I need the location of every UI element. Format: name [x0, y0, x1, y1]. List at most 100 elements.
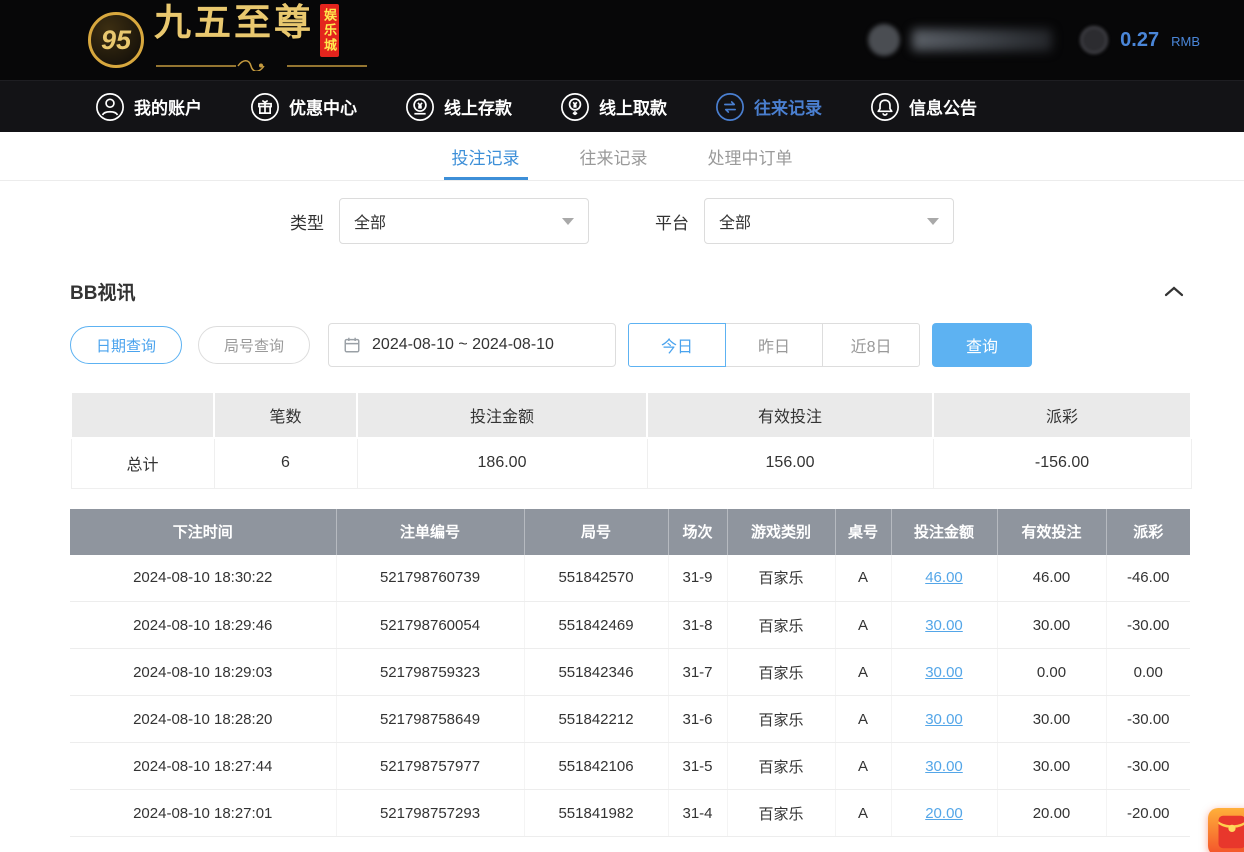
red-packet-widget[interactable] — [1208, 808, 1244, 852]
header-session: 场次 — [668, 509, 727, 555]
type-select[interactable]: 全部 — [339, 198, 589, 244]
cell-bet-amount: 20.00 — [891, 790, 997, 837]
cell-valid-bet: 30.00 — [997, 743, 1106, 790]
last8days-button[interactable]: 近8日 — [822, 323, 920, 367]
user-icon — [95, 92, 125, 122]
bet-amount-link[interactable]: 30.00 — [925, 617, 963, 634]
filter-row: 类型 全部 平台 全部 — [0, 181, 1244, 264]
cell-session: 31-9 — [668, 555, 727, 602]
cell-bet-id: 521798758649 — [336, 696, 524, 743]
logo-monogram-icon: 95 — [88, 12, 144, 68]
nav-item-announcements[interactable]: 信息公告 — [870, 92, 977, 122]
bet-amount-link[interactable]: 30.00 — [925, 758, 963, 775]
logo-monogram: 95 — [101, 25, 131, 56]
tab-processing-orders[interactable]: 处理中订单 — [700, 132, 801, 180]
summary-table: 笔数 投注金额 有效投注 派彩 总计 6 186.00 156.00 -156.… — [70, 391, 1192, 489]
cell-valid-bet: 46.00 — [997, 555, 1106, 602]
header-round: 局号 — [524, 509, 668, 555]
round-query-button[interactable]: 局号查询 — [198, 326, 310, 364]
header-bet-id: 注单编号 — [336, 509, 524, 555]
cell-bet-time: 2024-08-10 18:29:03 — [70, 649, 336, 696]
tab-transaction-records[interactable]: 往来记录 — [572, 132, 656, 180]
type-filter: 类型 全部 — [290, 198, 589, 244]
cell-session: 31-5 — [668, 743, 727, 790]
nav-item-label: 信息公告 — [909, 94, 977, 119]
summary-payout: -156.00 — [933, 438, 1191, 488]
date-range-input[interactable]: 2024-08-10 ~ 2024-08-10 — [328, 323, 616, 367]
cell-payout: -30.00 — [1106, 602, 1190, 649]
yesterday-button[interactable]: 昨日 — [725, 323, 823, 367]
cell-bet-amount: 30.00 — [891, 602, 997, 649]
chevron-down-icon — [562, 218, 574, 225]
table-row: 2024-08-10 18:29:03 521798759323 5518423… — [70, 649, 1190, 696]
summary-header-payout: 派彩 — [933, 392, 1191, 438]
wallet-coin-icon[interactable] — [1080, 26, 1108, 54]
chevron-up-icon[interactable] — [1164, 286, 1184, 297]
cell-bet-time: 2024-08-10 18:30:22 — [70, 555, 336, 602]
date-query-button[interactable]: 日期查询 — [70, 326, 182, 364]
nav-item-promotions[interactable]: 优惠中心 — [250, 92, 357, 122]
platform-select-value: 全部 — [719, 209, 751, 233]
tab-bet-records[interactable]: 投注记录 — [444, 132, 528, 180]
cell-round: 551842106 — [524, 743, 668, 790]
bet-amount-link[interactable]: 46.00 — [925, 569, 963, 586]
cell-bet-id: 521798759323 — [336, 649, 524, 696]
date-range-value: 2024-08-10 ~ 2024-08-10 — [372, 336, 554, 354]
query-controls: 日期查询 局号查询 2024-08-10 ~ 2024-08-10 今日 昨日 … — [0, 313, 1244, 385]
table-header-row: 下注时间 注单编号 局号 场次 游戏类别 桌号 投注金额 有效投注 派彩 — [70, 509, 1190, 555]
cell-payout: -30.00 — [1106, 696, 1190, 743]
bet-amount-link[interactable]: 20.00 — [925, 805, 963, 822]
balance-amount: 0.27 — [1120, 29, 1159, 52]
today-button[interactable]: 今日 — [628, 323, 726, 367]
cell-game: 百家乐 — [727, 649, 835, 696]
cell-bet-amount: 30.00 — [891, 696, 997, 743]
brand-logo[interactable]: 95 九五至尊 娱乐城 — [88, 4, 369, 76]
cell-table-no: A — [835, 649, 891, 696]
nav-item-deposit[interactable]: 线上存款 — [405, 92, 512, 122]
cell-round: 551842570 — [524, 555, 668, 602]
cell-table-no: A — [835, 602, 891, 649]
search-button[interactable]: 查询 — [932, 323, 1032, 367]
cell-valid-bet: 0.00 — [997, 649, 1106, 696]
summary-count: 6 — [214, 438, 357, 488]
summary-valid: 156.00 — [647, 438, 933, 488]
cell-bet-time: 2024-08-10 18:27:44 — [70, 743, 336, 790]
cell-bet-time: 2024-08-10 18:29:46 — [70, 602, 336, 649]
section-title: BB视讯 — [70, 278, 135, 305]
cell-bet-amount: 46.00 — [891, 555, 997, 602]
cell-round: 551842212 — [524, 696, 668, 743]
cell-bet-id: 521798760054 — [336, 602, 524, 649]
nav-item-withdraw[interactable]: 线上取款 — [560, 92, 667, 122]
cell-game: 百家乐 — [727, 743, 835, 790]
cell-bet-time: 2024-08-10 18:28:20 — [70, 696, 336, 743]
nav-item-my-account[interactable]: 我的账户 — [95, 92, 202, 122]
cell-session: 31-4 — [668, 790, 727, 837]
summary-header-bet: 投注金额 — [357, 392, 647, 438]
bet-amount-link[interactable]: 30.00 — [925, 664, 963, 681]
header-valid-bet: 有效投注 — [997, 509, 1106, 555]
top-header: 95 九五至尊 娱乐城 0.27 RMB — [0, 0, 1244, 80]
withdraw-coin-icon — [560, 92, 590, 122]
header-payout: 派彩 — [1106, 509, 1190, 555]
deposit-coin-icon — [405, 92, 435, 122]
cell-valid-bet: 30.00 — [997, 602, 1106, 649]
header-bet-time: 下注时间 — [70, 509, 336, 555]
nav-item-records[interactable]: 往来记录 — [715, 92, 822, 122]
nav-item-label: 往来记录 — [754, 94, 822, 119]
header-bet-amount: 投注金额 — [891, 509, 997, 555]
avatar[interactable] — [868, 24, 900, 56]
bet-records-table: 下注时间 注单编号 局号 场次 游戏类别 桌号 投注金额 有效投注 派彩 202… — [70, 509, 1190, 838]
bet-amount-link[interactable]: 30.00 — [925, 711, 963, 728]
platform-select[interactable]: 全部 — [704, 198, 954, 244]
cell-round: 551841982 — [524, 790, 668, 837]
cell-table-no: A — [835, 555, 891, 602]
calendar-icon — [343, 336, 361, 354]
gift-icon — [250, 92, 280, 122]
summary-header-count: 笔数 — [214, 392, 357, 438]
main-nav: 我的账户 优惠中心 线上存款 — [0, 80, 1244, 132]
platform-filter-label: 平台 — [655, 209, 689, 234]
header-table-no: 桌号 — [835, 509, 891, 555]
type-select-value: 全部 — [354, 209, 386, 233]
brand-badge: 娱乐城 — [320, 4, 339, 57]
cell-bet-amount: 30.00 — [891, 649, 997, 696]
